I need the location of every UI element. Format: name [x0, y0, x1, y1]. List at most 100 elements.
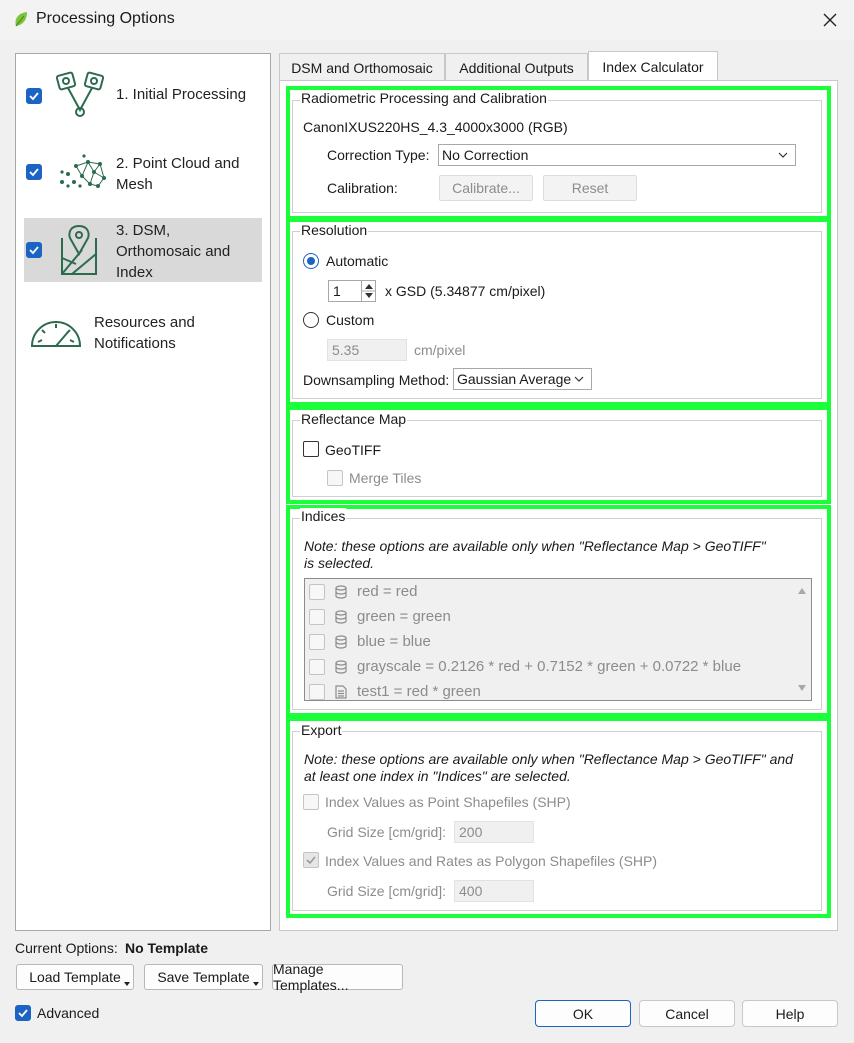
custom-label: Custom: [326, 312, 375, 328]
document-icon: [335, 685, 347, 699]
gsd-multiplier-value: 1: [333, 283, 341, 299]
index-checkbox[interactable]: [309, 584, 325, 600]
advanced-checkbox[interactable]: [15, 1005, 31, 1021]
index-label: red = red: [357, 583, 418, 600]
nav-item-point-cloud[interactable]: 2. Point Cloud and Mesh: [24, 136, 262, 210]
index-checkbox[interactable]: [309, 609, 325, 625]
point-grid-size-input[interactable]: 200: [454, 821, 534, 843]
custom-radio[interactable]: [303, 312, 319, 328]
index-label: blue = blue: [357, 633, 431, 650]
merge-tiles-checkbox[interactable]: [327, 470, 343, 486]
list-item[interactable]: grayscale = 0.2126 * red + 0.7152 * gree…: [305, 655, 793, 680]
polygon-shp-checkbox[interactable]: [303, 852, 319, 868]
database-icon: [335, 660, 347, 674]
spin-arrows[interactable]: [361, 281, 376, 301]
nav-checkbox-point-cloud[interactable]: [26, 164, 42, 180]
current-options-label: Current Options:: [15, 940, 118, 956]
nav-label: 2. Point Cloud and Mesh: [116, 155, 240, 193]
checkmark-icon: [29, 246, 39, 255]
help-button[interactable]: Help: [742, 1000, 838, 1027]
radiometric-group-title: Radiometric Processing and Calibration: [300, 90, 548, 106]
load-template-label: Load Template: [29, 969, 121, 985]
polygon-shp-label: Index Values and Rates as Polygon Shapef…: [325, 853, 658, 869]
point-cloud-icon: [60, 154, 106, 188]
geotiff-checkbox[interactable]: [303, 441, 319, 457]
index-checkbox[interactable]: [309, 634, 325, 650]
initial-processing-icon: [55, 71, 105, 117]
merge-tiles-label: Merge Tiles: [349, 470, 422, 486]
database-icon: [335, 610, 347, 624]
close-button[interactable]: [812, 6, 848, 34]
polygon-grid-size-input[interactable]: 400: [454, 880, 534, 902]
nav-checkbox-initial-processing[interactable]: [26, 88, 42, 104]
index-checkbox[interactable]: [309, 684, 325, 700]
point-shp-label: Index Values as Point Shapefiles (SHP): [325, 794, 571, 810]
calibrate-button[interactable]: Calibrate...: [439, 175, 533, 201]
point-shp-checkbox[interactable]: [303, 794, 319, 810]
list-item[interactable]: blue = blue: [305, 630, 793, 655]
gsd-text: x GSD (5.34877 cm/pixel): [385, 283, 546, 299]
manage-templates-button[interactable]: Manage Templates...: [272, 961, 403, 993]
export-note: Note: these options are available only w…: [304, 751, 793, 784]
correction-type-value: No Correction: [442, 147, 529, 163]
advanced-label: Advanced: [37, 1005, 100, 1021]
downsampling-label: Downsampling Method:: [303, 372, 450, 388]
polygon-grid-size-label: Grid Size [cm/grid]:: [327, 883, 447, 899]
reset-button[interactable]: Reset: [543, 175, 637, 201]
geotiff-label: GeoTIFF: [325, 442, 382, 458]
window-title: Processing Options: [36, 10, 175, 27]
indices-list[interactable]: red = red green = green blue = blue gray…: [304, 578, 812, 701]
correction-type-select[interactable]: No Correction: [438, 144, 796, 166]
nav-panel: 1. Initial Processing 2. Point Cloud and…: [15, 53, 271, 931]
save-template-label: Save Template: [157, 969, 250, 985]
nav-checkbox-dsm[interactable]: [26, 242, 42, 258]
cancel-button[interactable]: Cancel: [639, 1000, 735, 1027]
list-item[interactable]: red = red: [305, 580, 793, 605]
downsampling-value: Gaussian Average: [457, 371, 572, 387]
tab-bar: DSM and Orthomosaic Additional Outputs I…: [279, 51, 839, 81]
correction-type-label: Correction Type:: [327, 147, 430, 163]
automatic-radio[interactable]: [303, 253, 319, 269]
downsampling-select[interactable]: Gaussian Average: [453, 368, 592, 390]
database-icon: [335, 635, 347, 649]
nav-label: Resources and Notifications: [94, 314, 195, 352]
tab-dsm-orthomosaic[interactable]: DSM and Orthomosaic: [279, 53, 445, 81]
checkmark-icon: [18, 1009, 28, 1018]
close-icon: [823, 13, 837, 27]
nav-item-resources[interactable]: Resources and Notifications: [24, 298, 262, 370]
current-options-value: No Template: [125, 940, 208, 956]
automatic-label: Automatic: [326, 253, 389, 269]
save-template-button[interactable]: Save Template: [144, 964, 263, 990]
checkmark-icon: [29, 92, 39, 101]
index-label: green = green: [357, 608, 451, 625]
custom-resolution-input[interactable]: 5.35: [327, 339, 407, 361]
tab-additional-outputs[interactable]: Additional Outputs: [445, 53, 588, 81]
scroll-arrows-icon: [798, 588, 806, 691]
point-grid-size-label: Grid Size [cm/grid]:: [327, 824, 447, 840]
nav-item-dsm-orthomosaic-index[interactable]: 3. DSM, Orthomosaic and Index: [24, 218, 262, 282]
spin-arrows-icon: [362, 284, 376, 298]
camera-model-label: CanonIXUS220HS_4.3_4000x3000 (RGB): [303, 119, 568, 135]
checkmark-icon: [29, 168, 39, 177]
indices-note: Note: these options are available only w…: [304, 538, 766, 571]
reflectance-group-title: Reflectance Map: [300, 411, 408, 427]
export-group-title: Export: [300, 722, 343, 738]
index-label: grayscale = 0.2126 * red + 0.7152 * gree…: [357, 658, 742, 675]
resolution-group-title: Resolution: [300, 222, 369, 238]
chevron-down-icon: [574, 376, 584, 382]
indices-group-title: Indices: [300, 508, 347, 524]
ok-button[interactable]: OK: [535, 1000, 631, 1027]
checkmark-icon: [306, 856, 316, 865]
gsd-multiplier-spinbox[interactable]: 1: [328, 280, 376, 302]
list-item[interactable]: test1 = red * green: [305, 680, 793, 700]
list-item[interactable]: green = green: [305, 605, 793, 630]
gauge-icon: [30, 321, 82, 347]
load-template-button[interactable]: Load Template: [16, 964, 134, 990]
list-scrollbar[interactable]: [793, 579, 811, 700]
nav-item-initial-processing[interactable]: 1. Initial Processing: [24, 64, 262, 128]
calibration-label: Calibration:: [327, 180, 398, 196]
leaf-icon: [14, 11, 28, 27]
nav-label: 1. Initial Processing: [116, 86, 247, 103]
tab-index-calculator[interactable]: Index Calculator: [588, 51, 718, 81]
index-checkbox[interactable]: [309, 659, 325, 675]
